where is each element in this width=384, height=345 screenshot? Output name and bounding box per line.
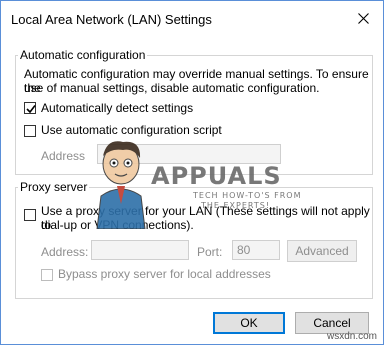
watermark-tagline-line2: THE EXPERTS! <box>201 201 271 210</box>
automatic-description-line2: use of manual settings, disable automati… <box>24 81 320 95</box>
proxy-port-label: Port: <box>197 245 223 259</box>
checkmark-icon <box>26 105 36 114</box>
proxy-address-input[interactable] <box>91 240 189 260</box>
proxy-address-label: Address: <box>41 245 89 259</box>
auto-config-script-checkbox[interactable] <box>24 125 36 137</box>
lan-settings-dialog: Local Area Network (LAN) Settings Automa… <box>0 0 384 345</box>
title-bar: Local Area Network (LAN) Settings <box>1 1 383 35</box>
close-icon <box>357 12 369 24</box>
watermark-tagline-line1: TECH HOW-TO'S FROM <box>193 191 302 200</box>
bypass-local-label[interactable]: Bypass proxy server for local addresses <box>58 267 271 281</box>
ok-button[interactable]: OK <box>213 312 285 334</box>
site-watermark: wsxdn.com <box>326 331 377 342</box>
use-proxy-checkbox[interactable] <box>24 209 36 221</box>
window-title: Local Area Network (LAN) Settings <box>11 12 212 27</box>
automatic-configuration-legend: Automatic configuration <box>18 48 148 62</box>
proxy-server-legend: Proxy server <box>18 180 90 194</box>
advanced-button[interactable]: Advanced <box>287 240 357 262</box>
auto-detect-label[interactable]: Automatically detect settings <box>41 101 193 115</box>
appuals-watermark: APPUALS TECH HOW-TO'S FROM THE EXPERTS! <box>93 134 303 229</box>
watermark-brand: APPUALS <box>151 162 282 190</box>
close-button[interactable] <box>343 1 383 35</box>
script-address-label: Address <box>41 149 86 163</box>
bypass-local-checkbox[interactable] <box>41 269 53 281</box>
auto-detect-checkbox[interactable] <box>24 102 36 114</box>
mascot-icon <box>96 141 146 229</box>
proxy-port-input[interactable]: 80 <box>232 240 280 260</box>
